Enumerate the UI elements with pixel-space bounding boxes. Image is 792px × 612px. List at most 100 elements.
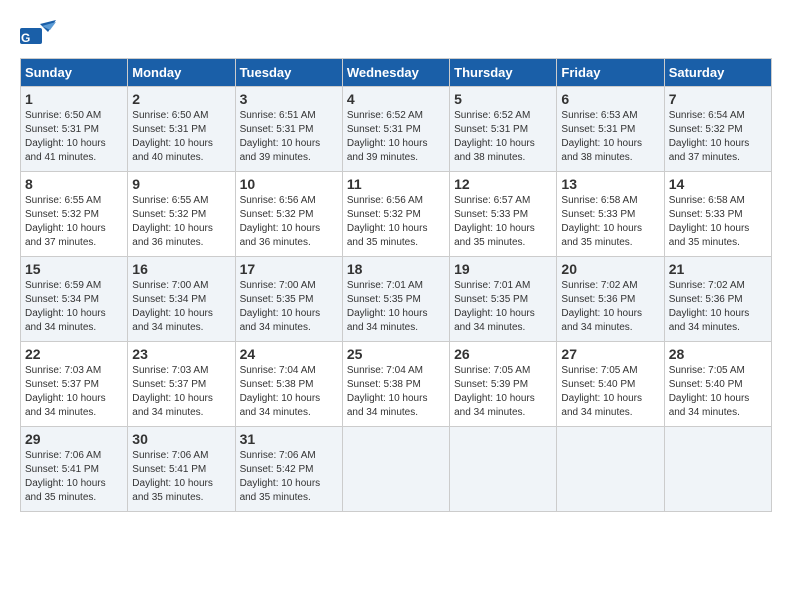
day-number: 12 bbox=[454, 176, 552, 192]
calendar-cell: 27 Sunrise: 7:05 AMSunset: 5:40 PMDaylig… bbox=[557, 342, 664, 427]
day-info: Sunrise: 7:06 AMSunset: 5:42 PMDaylight:… bbox=[240, 450, 321, 503]
calendar-cell: 30 Sunrise: 7:06 AMSunset: 5:41 PMDaylig… bbox=[128, 427, 235, 512]
day-number: 11 bbox=[347, 176, 445, 192]
calendar-cell: 21 Sunrise: 7:02 AMSunset: 5:36 PMDaylig… bbox=[664, 257, 771, 342]
column-header-thursday: Thursday bbox=[450, 59, 557, 87]
day-info: Sunrise: 7:03 AMSunset: 5:37 PMDaylight:… bbox=[25, 365, 106, 418]
day-info: Sunrise: 6:58 AMSunset: 5:33 PMDaylight:… bbox=[561, 195, 642, 248]
day-info: Sunrise: 6:53 AMSunset: 5:31 PMDaylight:… bbox=[561, 110, 642, 163]
day-info: Sunrise: 7:05 AMSunset: 5:40 PMDaylight:… bbox=[669, 365, 750, 418]
calendar-cell: 6 Sunrise: 6:53 AMSunset: 5:31 PMDayligh… bbox=[557, 87, 664, 172]
day-info: Sunrise: 7:00 AMSunset: 5:35 PMDaylight:… bbox=[240, 280, 321, 333]
calendar-cell: 7 Sunrise: 6:54 AMSunset: 5:32 PMDayligh… bbox=[664, 87, 771, 172]
day-number: 9 bbox=[132, 176, 230, 192]
header: G bbox=[20, 20, 772, 48]
week-row-1: 1 Sunrise: 6:50 AMSunset: 5:31 PMDayligh… bbox=[21, 87, 772, 172]
day-number: 26 bbox=[454, 346, 552, 362]
svg-text:G: G bbox=[21, 31, 30, 45]
column-header-sunday: Sunday bbox=[21, 59, 128, 87]
day-info: Sunrise: 6:50 AMSunset: 5:31 PMDaylight:… bbox=[25, 110, 106, 163]
calendar-cell: 14 Sunrise: 6:58 AMSunset: 5:33 PMDaylig… bbox=[664, 172, 771, 257]
calendar-cell: 8 Sunrise: 6:55 AMSunset: 5:32 PMDayligh… bbox=[21, 172, 128, 257]
day-info: Sunrise: 7:06 AMSunset: 5:41 PMDaylight:… bbox=[25, 450, 106, 503]
calendar-cell: 23 Sunrise: 7:03 AMSunset: 5:37 PMDaylig… bbox=[128, 342, 235, 427]
day-number: 25 bbox=[347, 346, 445, 362]
calendar-cell: 2 Sunrise: 6:50 AMSunset: 5:31 PMDayligh… bbox=[128, 87, 235, 172]
day-number: 23 bbox=[132, 346, 230, 362]
day-number: 16 bbox=[132, 261, 230, 277]
column-header-wednesday: Wednesday bbox=[342, 59, 449, 87]
day-info: Sunrise: 6:55 AMSunset: 5:32 PMDaylight:… bbox=[132, 195, 213, 248]
day-info: Sunrise: 6:58 AMSunset: 5:33 PMDaylight:… bbox=[669, 195, 750, 248]
column-header-friday: Friday bbox=[557, 59, 664, 87]
calendar-cell bbox=[557, 427, 664, 512]
day-info: Sunrise: 6:52 AMSunset: 5:31 PMDaylight:… bbox=[454, 110, 535, 163]
day-number: 1 bbox=[25, 91, 123, 107]
day-number: 6 bbox=[561, 91, 659, 107]
header-row: SundayMondayTuesdayWednesdayThursdayFrid… bbox=[21, 59, 772, 87]
day-info: Sunrise: 6:57 AMSunset: 5:33 PMDaylight:… bbox=[454, 195, 535, 248]
calendar-cell: 25 Sunrise: 7:04 AMSunset: 5:38 PMDaylig… bbox=[342, 342, 449, 427]
day-number: 22 bbox=[25, 346, 123, 362]
day-number: 7 bbox=[669, 91, 767, 107]
week-row-5: 29 Sunrise: 7:06 AMSunset: 5:41 PMDaylig… bbox=[21, 427, 772, 512]
day-info: Sunrise: 6:56 AMSunset: 5:32 PMDaylight:… bbox=[347, 195, 428, 248]
calendar-cell: 10 Sunrise: 6:56 AMSunset: 5:32 PMDaylig… bbox=[235, 172, 342, 257]
week-row-3: 15 Sunrise: 6:59 AMSunset: 5:34 PMDaylig… bbox=[21, 257, 772, 342]
day-number: 15 bbox=[25, 261, 123, 277]
calendar-cell: 16 Sunrise: 7:00 AMSunset: 5:34 PMDaylig… bbox=[128, 257, 235, 342]
day-info: Sunrise: 7:06 AMSunset: 5:41 PMDaylight:… bbox=[132, 450, 213, 503]
day-info: Sunrise: 6:56 AMSunset: 5:32 PMDaylight:… bbox=[240, 195, 321, 248]
day-number: 29 bbox=[25, 431, 123, 447]
day-info: Sunrise: 7:05 AMSunset: 5:39 PMDaylight:… bbox=[454, 365, 535, 418]
calendar-cell: 19 Sunrise: 7:01 AMSunset: 5:35 PMDaylig… bbox=[450, 257, 557, 342]
day-number: 20 bbox=[561, 261, 659, 277]
column-header-saturday: Saturday bbox=[664, 59, 771, 87]
calendar-cell: 29 Sunrise: 7:06 AMSunset: 5:41 PMDaylig… bbox=[21, 427, 128, 512]
day-info: Sunrise: 7:04 AMSunset: 5:38 PMDaylight:… bbox=[240, 365, 321, 418]
day-info: Sunrise: 7:05 AMSunset: 5:40 PMDaylight:… bbox=[561, 365, 642, 418]
day-number: 30 bbox=[132, 431, 230, 447]
calendar-cell: 24 Sunrise: 7:04 AMSunset: 5:38 PMDaylig… bbox=[235, 342, 342, 427]
day-info: Sunrise: 6:55 AMSunset: 5:32 PMDaylight:… bbox=[25, 195, 106, 248]
day-info: Sunrise: 7:01 AMSunset: 5:35 PMDaylight:… bbox=[454, 280, 535, 333]
day-number: 31 bbox=[240, 431, 338, 447]
calendar-cell: 26 Sunrise: 7:05 AMSunset: 5:39 PMDaylig… bbox=[450, 342, 557, 427]
day-info: Sunrise: 6:50 AMSunset: 5:31 PMDaylight:… bbox=[132, 110, 213, 163]
calendar-cell: 17 Sunrise: 7:00 AMSunset: 5:35 PMDaylig… bbox=[235, 257, 342, 342]
day-number: 27 bbox=[561, 346, 659, 362]
day-info: Sunrise: 6:59 AMSunset: 5:34 PMDaylight:… bbox=[25, 280, 106, 333]
day-info: Sunrise: 7:04 AMSunset: 5:38 PMDaylight:… bbox=[347, 365, 428, 418]
calendar-cell: 4 Sunrise: 6:52 AMSunset: 5:31 PMDayligh… bbox=[342, 87, 449, 172]
calendar-cell: 3 Sunrise: 6:51 AMSunset: 5:31 PMDayligh… bbox=[235, 87, 342, 172]
day-info: Sunrise: 7:02 AMSunset: 5:36 PMDaylight:… bbox=[669, 280, 750, 333]
calendar-table: SundayMondayTuesdayWednesdayThursdayFrid… bbox=[20, 58, 772, 512]
day-number: 10 bbox=[240, 176, 338, 192]
calendar-cell: 20 Sunrise: 7:02 AMSunset: 5:36 PMDaylig… bbox=[557, 257, 664, 342]
day-info: Sunrise: 7:00 AMSunset: 5:34 PMDaylight:… bbox=[132, 280, 213, 333]
day-number: 17 bbox=[240, 261, 338, 277]
day-info: Sunrise: 6:51 AMSunset: 5:31 PMDaylight:… bbox=[240, 110, 321, 163]
week-row-4: 22 Sunrise: 7:03 AMSunset: 5:37 PMDaylig… bbox=[21, 342, 772, 427]
day-number: 24 bbox=[240, 346, 338, 362]
day-number: 14 bbox=[669, 176, 767, 192]
day-number: 8 bbox=[25, 176, 123, 192]
day-number: 5 bbox=[454, 91, 552, 107]
day-info: Sunrise: 6:52 AMSunset: 5:31 PMDaylight:… bbox=[347, 110, 428, 163]
column-header-monday: Monday bbox=[128, 59, 235, 87]
day-number: 2 bbox=[132, 91, 230, 107]
day-info: Sunrise: 7:02 AMSunset: 5:36 PMDaylight:… bbox=[561, 280, 642, 333]
calendar-cell: 18 Sunrise: 7:01 AMSunset: 5:35 PMDaylig… bbox=[342, 257, 449, 342]
day-info: Sunrise: 7:03 AMSunset: 5:37 PMDaylight:… bbox=[132, 365, 213, 418]
calendar-cell: 15 Sunrise: 6:59 AMSunset: 5:34 PMDaylig… bbox=[21, 257, 128, 342]
day-info: Sunrise: 7:01 AMSunset: 5:35 PMDaylight:… bbox=[347, 280, 428, 333]
calendar-cell bbox=[664, 427, 771, 512]
week-row-2: 8 Sunrise: 6:55 AMSunset: 5:32 PMDayligh… bbox=[21, 172, 772, 257]
day-number: 19 bbox=[454, 261, 552, 277]
calendar-cell: 28 Sunrise: 7:05 AMSunset: 5:40 PMDaylig… bbox=[664, 342, 771, 427]
logo: G bbox=[20, 20, 60, 48]
day-number: 18 bbox=[347, 261, 445, 277]
day-number: 4 bbox=[347, 91, 445, 107]
calendar-cell: 9 Sunrise: 6:55 AMSunset: 5:32 PMDayligh… bbox=[128, 172, 235, 257]
day-number: 13 bbox=[561, 176, 659, 192]
